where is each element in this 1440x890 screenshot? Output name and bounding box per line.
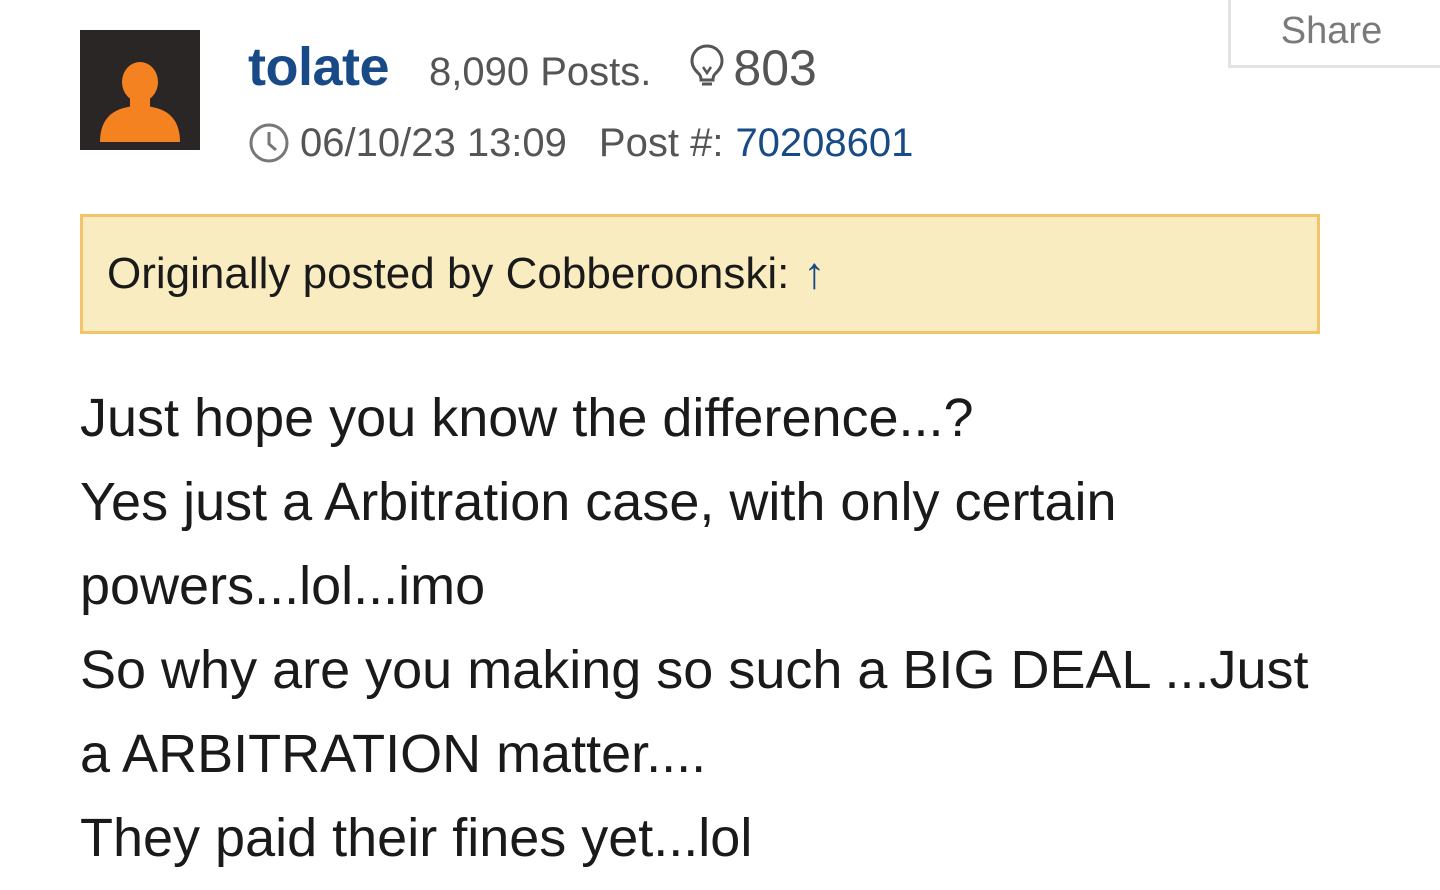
likes-counter[interactable]: 803 xyxy=(689,39,817,97)
post-body-line: So why are you making so such a BIG DEAL… xyxy=(80,640,1309,700)
share-button[interactable]: Share xyxy=(1228,0,1440,68)
post-body-line: powers...lol...imo xyxy=(80,556,486,616)
username-link[interactable]: tolate xyxy=(248,36,390,98)
author-header: tolate 8,090 Posts. 803 xyxy=(248,36,817,106)
like-count: 803 xyxy=(733,40,817,96)
post-number-label: Post #: xyxy=(598,120,724,165)
post-body-line: They paid their fines yet...lol xyxy=(80,808,753,868)
post-body-line: a ARBITRATION matter.... xyxy=(80,724,707,784)
post-body-line: Yes just a Arbitration case, with only c… xyxy=(80,472,1117,532)
post-count: 8,090 Posts. xyxy=(429,50,652,94)
post-number-link[interactable]: 70208601 xyxy=(735,121,913,166)
quote-jump-arrow[interactable]: ↑ xyxy=(803,249,825,299)
quote-box: Originally posted by Cobberoonski: ↑ xyxy=(80,214,1320,334)
user-silhouette-icon xyxy=(100,62,180,142)
quote-attribution: Originally posted by Cobberoonski: xyxy=(107,249,790,298)
lightbulb-icon xyxy=(690,44,724,86)
avatar[interactable] xyxy=(80,30,200,150)
post-body: Just hope you know the difference...? Ye… xyxy=(80,376,1340,880)
clock-icon xyxy=(249,123,289,163)
post-meta: 06/10/23 13:09 Post #: 70208601 xyxy=(248,118,913,168)
post-body-line: Just hope you know the difference...? xyxy=(80,388,974,448)
post-timestamp: 06/10/23 13:09 xyxy=(300,120,567,165)
